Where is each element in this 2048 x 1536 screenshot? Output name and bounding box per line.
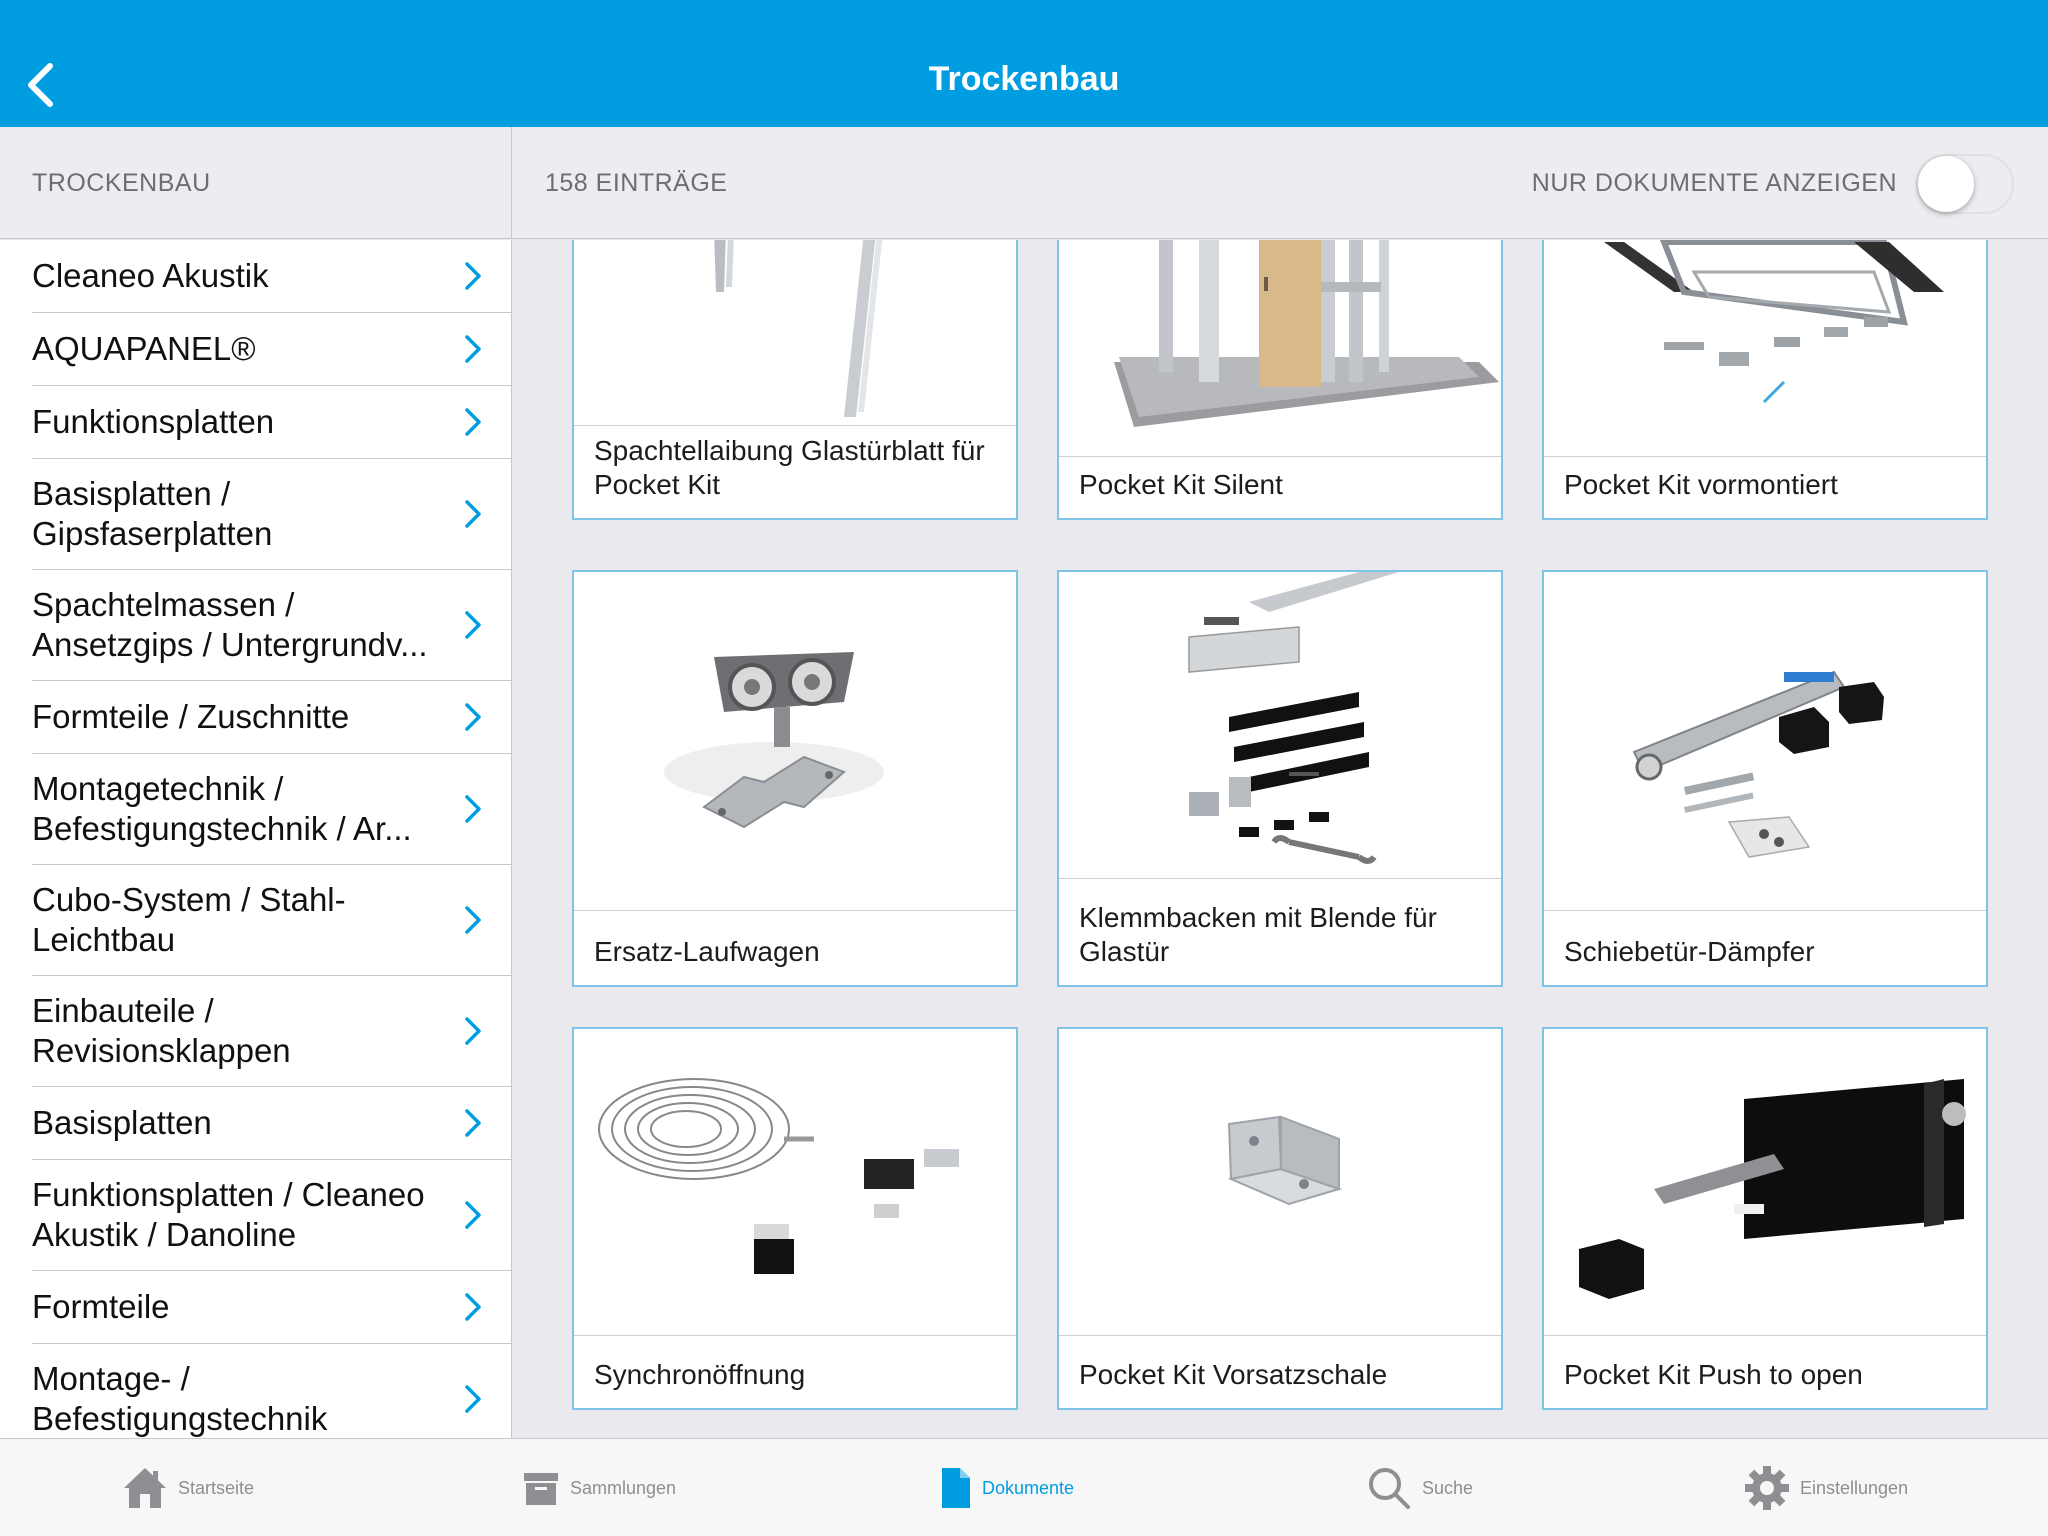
product-label: Synchronöffnung <box>594 1359 806 1390</box>
chevron-right-icon <box>465 1017 481 1045</box>
home-icon <box>124 1468 166 1508</box>
sidebar-header: TROCKENBAU <box>0 127 512 239</box>
product-image <box>1544 240 1986 457</box>
sidebar-item-cubo-system[interactable]: Cubo-System / Stahl-Leichtbau <box>32 865 511 976</box>
page-title: Trockenbau <box>928 60 1120 98</box>
sidebar-item-label: Funktionsplatten / Cleaneo Akustik / Dan… <box>32 1176 425 1253</box>
sidebar-item-label: Montage- / Befestigungstechnik <box>32 1360 328 1437</box>
sidebar-item-formteile-zuschnitte[interactable]: Formteile / Zuschnitte <box>32 681 511 754</box>
sidebar-item-cleaneo-akustik[interactable]: Cleaneo Akustik <box>32 240 511 313</box>
sidebar-item-label: Formteile / Zuschnitte <box>32 698 350 735</box>
navigation-bar: Trockenbau <box>0 0 2048 127</box>
product-image <box>1059 572 1501 879</box>
tab-sammlungen[interactable]: Sammlungen <box>522 1439 676 1536</box>
sidebar-item-aquapanel[interactable]: AQUAPANEL® <box>32 313 511 386</box>
sidebar-item-montage-befestigungstechnik[interactable]: Montage- / Befestigungstechnik <box>32 1344 511 1438</box>
document-icon <box>942 1468 970 1508</box>
archive-box-icon <box>524 1473 558 1505</box>
product-card[interactable]: Synchronöffnung <box>572 1027 1018 1410</box>
product-label: Pocket Kit Push to open <box>1564 1359 1863 1390</box>
documents-only-label: NUR DOKUMENTE ANZEIGEN <box>1531 169 1897 197</box>
chevron-right-icon <box>465 1293 481 1321</box>
tab-bar: Startseite Sammlungen Dokumente Suche Ei… <box>0 1438 2048 1536</box>
product-card[interactable]: Pocket Kit Silent <box>1057 240 1503 520</box>
chevron-right-icon <box>465 611 481 639</box>
product-card[interactable]: Pocket Kit Push to open <box>1542 1027 1988 1410</box>
sidebar-item-funktionsplatten[interactable]: Funktionsplatten <box>32 386 511 459</box>
sidebar-item-label: Funktionsplatten <box>32 403 275 440</box>
sidebar-item-label: Cubo-System / Stahl-Leichtbau <box>32 881 346 958</box>
product-label: Schiebetür-Dämpfer <box>1564 936 1815 967</box>
sidebar-item-montagetechnik[interactable]: Montagetechnik / Befestigungstechnik / A… <box>32 754 511 865</box>
chevron-right-icon <box>465 906 481 934</box>
sidebar-item-label: Basisplatten / Gipsfaserplatten <box>32 475 273 552</box>
documents-only-toggle[interactable] <box>1916 154 2014 214</box>
product-label: Pocket Kit Vorsatzschale <box>1079 1359 1388 1390</box>
chevron-right-icon <box>465 1385 481 1413</box>
sidebar-item-einbauteile[interactable]: Einbauteile / Revisionsklappen <box>32 976 511 1087</box>
category-sidebar[interactable]: Cleaneo Akustik AQUAPANEL® Funktionsplat… <box>0 240 512 1438</box>
product-image <box>574 572 1016 911</box>
product-label: Spachtellaibung Glastürblatt für Pocket … <box>594 435 985 500</box>
product-image <box>1059 240 1501 457</box>
sidebar-item-label: Spachtelmassen / Ansetzgips / Untergrund… <box>32 586 428 663</box>
product-card[interactable]: Ersatz-Laufwagen <box>572 570 1018 987</box>
chevron-right-icon <box>465 1109 481 1137</box>
chevron-right-icon <box>465 408 481 436</box>
sidebar-item-spachtelmassen[interactable]: Spachtelmassen / Ansetzgips / Untergrund… <box>32 570 511 681</box>
chevron-right-icon <box>465 1201 481 1229</box>
tab-einstellungen[interactable]: Einstellungen <box>1744 1439 1908 1536</box>
chevron-right-icon <box>465 703 481 731</box>
product-label: Pocket Kit Silent <box>1079 469 1283 500</box>
sub-header: TROCKENBAU 158 EINTRÄGE NUR DOKUMENTE AN… <box>0 127 2048 239</box>
gear-icon <box>1745 1466 1789 1510</box>
product-image <box>574 240 1016 426</box>
tab-suche[interactable]: Suche <box>1366 1439 1473 1536</box>
entry-count: 158 EINTRÄGE <box>545 169 728 197</box>
product-label: Ersatz-Laufwagen <box>594 936 820 967</box>
sidebar-item-label: Einbauteile / Revisionsklappen <box>32 992 291 1069</box>
sidebar-item-formteile[interactable]: Formteile <box>32 1271 511 1344</box>
sidebar-item-basisplatten-gipsfaserplatten[interactable]: Basisplatten / Gipsfaserplatten <box>32 459 511 570</box>
product-card[interactable]: Spachtellaibung Glastürblatt für Pocket … <box>572 240 1018 520</box>
product-image <box>1059 1029 1501 1336</box>
sidebar-item-label: Montagetechnik / Befestigungstechnik / A… <box>32 770 412 847</box>
sidebar-item-funktionsplatten-cleaneo-danoline[interactable]: Funktionsplatten / Cleaneo Akustik / Dan… <box>32 1160 511 1271</box>
product-card[interactable]: Schiebetür-Dämpfer <box>1542 570 1988 987</box>
sidebar-item-label: Formteile <box>32 1288 170 1325</box>
product-label: Klemmbacken mit Blende für Glastür <box>1079 902 1437 967</box>
product-card[interactable]: Pocket Kit vormontiert <box>1542 240 1988 520</box>
sidebar-item-label: Basisplatten <box>32 1104 212 1141</box>
product-card[interactable]: Pocket Kit Vorsatzschale <box>1057 1027 1503 1410</box>
product-card[interactable]: Klemmbacken mit Blende für Glastür <box>1057 570 1503 987</box>
chevron-right-icon <box>465 795 481 823</box>
product-image <box>574 1029 1016 1336</box>
chevron-right-icon <box>465 500 481 528</box>
product-label: Pocket Kit vormontiert <box>1564 469 1838 500</box>
section-label: TROCKENBAU <box>32 169 211 197</box>
product-grid[interactable]: Spachtellaibung Glastürblatt für Pocket … <box>513 240 2048 1438</box>
search-icon <box>1369 1468 1410 1509</box>
product-image <box>1544 1029 1986 1336</box>
sidebar-item-basisplatten[interactable]: Basisplatten <box>32 1087 511 1160</box>
tab-startseite[interactable]: Startseite <box>122 1439 254 1536</box>
chevron-right-icon <box>465 262 481 290</box>
chevron-right-icon <box>465 335 481 363</box>
sidebar-item-label: Cleaneo Akustik <box>32 257 269 294</box>
sidebar-item-label: AQUAPANEL® <box>32 330 256 367</box>
tab-dokumente[interactable]: Dokumente <box>940 1439 1074 1536</box>
product-image <box>1544 572 1986 911</box>
toggle-knob <box>1918 156 1974 212</box>
